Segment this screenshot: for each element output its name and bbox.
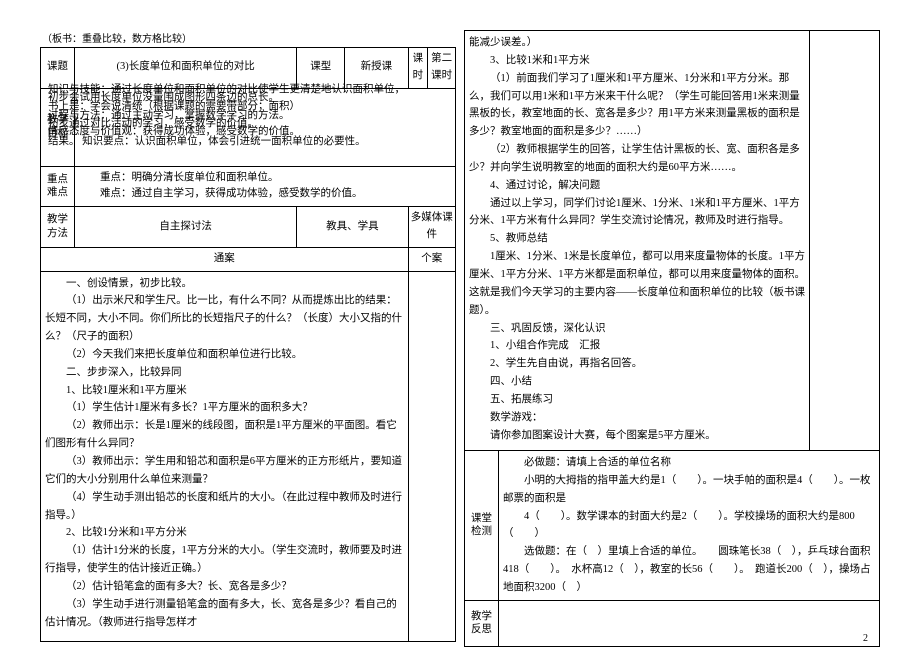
page-number: 2: [863, 633, 868, 644]
content-line: 1、小组合作完成 汇报: [469, 337, 805, 355]
keypoint-cell: 重点：明确分清长度单位和面积单位。 难点：通过自主学习，获得成功体验，感受数学的…: [75, 166, 456, 207]
content-line: 请你参加图案设计大赛，每个图案是5平方厘米。: [469, 427, 805, 445]
content-line: （1）学生估计1厘米有多长？1平方厘米的面积多大？: [45, 399, 404, 417]
ov7: 结果。 知识要点：认识面积单位，体会引进统一面积单位的必要性。: [48, 134, 428, 150]
content-line: 5、教师总结: [469, 230, 805, 248]
test-line: 4（ ）。数学课本的封面大约是2（ ）。学校操场的面积大约是800（ ）: [503, 508, 875, 544]
content-line: 二、步步深入，比较异同: [45, 364, 404, 382]
test-label: 课堂检测: [465, 451, 499, 601]
content-line: （1）估计1分米的长度，1平方分米的大小。（学生交流时，教师要及时进行指导，使学…: [45, 542, 404, 578]
content-line: 4、通过讨论，解决问题: [469, 177, 805, 195]
content-line: 通过以上学习，同学们讨论1厘米、1分米、1米和1平方厘米、1平方分米、1平方米有…: [469, 195, 805, 231]
period-value: 第二课时: [428, 48, 456, 89]
content-line: （3）学生动手进行测量铅笔盒的面有多大，长、宽各是多少？看自己的估计情况。（教师…: [45, 596, 404, 632]
test-cell: 必做题：请填上合适的单位名称小明的大拇指的指甲盖大约是1（ ）。一块手帕的面积是…: [499, 451, 880, 601]
content-line: （1）出示米尺和学生尺。比一比，有什么不同？从而提炼出比的结果：长短不同，大小不…: [45, 292, 404, 346]
left-content: 一、创设情景，初步比较。（1）出示米尺和学生尺。比一比，有什么不同？从而提炼出比…: [41, 271, 409, 641]
keypoint-line1: 重点：明确分清长度单位和面积单位。: [79, 170, 451, 187]
keypoint-line2: 难点：通过自主学习，获得成功体验，感受数学的价值。: [79, 186, 451, 203]
right-ga-empty: [810, 31, 880, 451]
content-line: （2）今天我们来把长度单位和面积单位进行比较。: [45, 346, 404, 364]
reflect-cell: [499, 600, 880, 646]
content-line: （2）教师根据学生的回答，让学生估计黑板的长、宽、面积各是多少？并向学生说明教室…: [469, 141, 805, 177]
content-line: 1厘米、1分米、1米是长度单位，都可以用来度量物体的长度。1平方厘米、1平方分米…: [469, 248, 805, 319]
test-line: 小明的大拇指的指甲盖大约是1（ ）。一块手帕的面积是4（ ）。一枚邮票的面积是: [503, 472, 875, 508]
content-line: 2、比较1分米和1平方分米: [45, 524, 404, 542]
method-value: 自主探讨法: [75, 207, 297, 248]
test-line: 选做题：在（ ）里填上合适的单位。 圆珠笔长38（ ），乒乓球台面积418（ ）…: [503, 543, 875, 597]
reflect-label: 教学反思: [465, 600, 499, 646]
content-line: 一、创设情景，初步比较。: [45, 275, 404, 293]
header-ga: 个案: [408, 247, 455, 271]
content-line: 能减少误差。）: [469, 34, 805, 52]
content-line: （1）前面我们学习了1厘米和1平方厘米、1分米和1平方分米。那么，我们可以用1米…: [469, 70, 805, 141]
content-line: 数学游戏：: [469, 409, 805, 427]
content-line: 2、学生先自由说，再指名回答。: [469, 355, 805, 373]
content-line: （2）估计铅笔盒的面有多大？长、宽各是多少？: [45, 578, 404, 596]
content-line: 四、小结: [469, 373, 805, 391]
content-line: 1、比较1厘米和1平方厘米: [45, 382, 404, 400]
header-ta: 通案: [41, 247, 409, 271]
content-line: （2）教师出示：长是1厘米的线段图，面积是1平方厘米的平面图。看它们图形有什么异…: [45, 417, 404, 453]
content-line: 五、拓展练习: [469, 391, 805, 409]
left-ga-empty: [408, 271, 455, 641]
content-line: （3）教师出示：学生用和铅芯和面积是6平方厘米的正方形纸片，要知道它们的大小分别…: [45, 453, 404, 489]
top-note: （板书：重叠比较，数方格比较）: [40, 30, 456, 45]
tool-value: 多媒体课件: [408, 207, 455, 248]
goal-overlap-text: 知识与技能：通过长度单位和面积单位的对比使学生更清楚地认识面积单位， 初步会试用…: [48, 82, 428, 150]
keypoint-label: 重点难点: [41, 166, 75, 207]
right-content: 能减少误差。）3、比较1米和1平方米（1）前面我们学习了1厘米和1平方厘米、1分…: [465, 31, 810, 451]
content-line: 3、比较1米和1平方米: [469, 52, 805, 70]
test-line: 必做题：请填上合适的单位名称: [503, 454, 875, 472]
content-line: （4）学生动手测出铅芯的长度和纸片的大小。（在此过程中教师及时进行指导。）: [45, 489, 404, 525]
right-table: 能减少误差。）3、比较1米和1平方米（1）前面我们学习了1厘米和1平方厘米、1分…: [464, 30, 880, 647]
tool-label: 教具、学具: [297, 207, 408, 248]
method-label: 教学方法: [41, 207, 75, 248]
content-line: 三、巩固反馈，深化认识: [469, 320, 805, 338]
